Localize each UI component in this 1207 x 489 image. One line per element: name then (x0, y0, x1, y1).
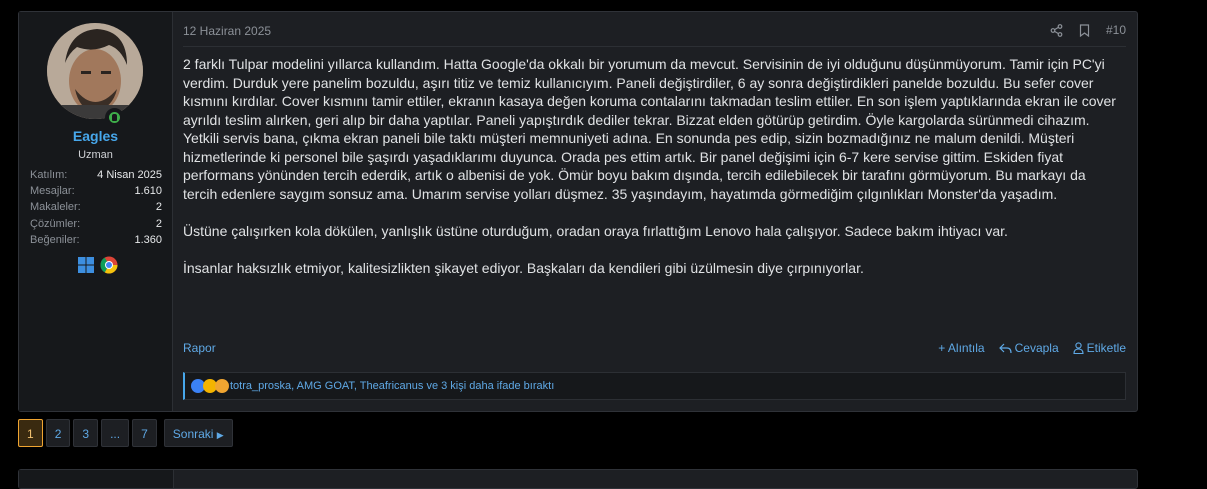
stat-likes: Beğeniler: 1.360 (30, 233, 162, 246)
share-icon[interactable] (1050, 23, 1063, 37)
page-ellipsis-button[interactable]: ... (101, 419, 130, 447)
reply-button[interactable]: Cevapla (998, 341, 1059, 355)
windows-icon (77, 256, 95, 279)
stat-solutions: Çözümler: 2 (30, 217, 162, 230)
reactions-text[interactable]: totra_proska, AMG GOAT, Theafricanus ve … (230, 380, 554, 392)
reaction-icons (191, 379, 229, 393)
bookmark-icon[interactable] (1079, 23, 1090, 37)
post-actions: + Alıntıla Cevapla Etiketle (938, 341, 1126, 355)
online-status-icon (105, 108, 124, 127)
post-body: 2 farklı Tulpar modelini yıllarca kullan… (183, 55, 1123, 296)
page-3-button[interactable]: 3 (73, 419, 99, 447)
user-stats: Katılım: 4 Nisan 2025 Mesajlar: 1.610 Maka… (30, 167, 162, 248)
tag-button[interactable]: Etiketle (1073, 341, 1126, 355)
next-post-card (18, 469, 1138, 489)
post-paragraph: Üstüne çalışırken kola dökülen, yanlışlı… (183, 222, 1008, 239)
user-title: Uzman (78, 149, 113, 161)
stat-messages: Mesajlar: 1.610 (30, 185, 162, 198)
avatar[interactable] (47, 23, 143, 119)
page-1-button[interactable]: 1 (18, 419, 43, 447)
post-number[interactable]: #10 (1106, 23, 1126, 37)
divider (183, 46, 1126, 47)
username[interactable]: Eagles (19, 128, 172, 144)
user-icon (1073, 342, 1084, 354)
stat-articles: Makaleler: 2 (30, 201, 162, 214)
clap-icon (215, 379, 229, 393)
post-tools: #10 (1050, 23, 1126, 37)
user-badges (77, 256, 118, 279)
stat-joined: Katılım: 4 Nisan 2025 (30, 169, 162, 181)
post-card: Eagles Uzman Katılım: 4 Nisan 2025 Mesajl… (18, 11, 1138, 412)
reply-icon (998, 343, 1012, 353)
pagination: 1 2 3 ... 7 Sonraki ▶ (18, 419, 233, 447)
next-page-button[interactable]: Sonraki ▶ (163, 419, 233, 447)
report-link[interactable]: Rapor (183, 341, 216, 355)
post-main: 12 Haziran 2025 #10 2 farklı Tulpar mode… (173, 12, 1137, 411)
post-paragraph: 2 farklı Tulpar modelini yıllarca kullan… (183, 56, 1116, 202)
chrome-icon (100, 256, 118, 279)
page-7-button[interactable]: 7 (132, 419, 157, 447)
reactions-bar[interactable]: totra_proska, AMG GOAT, Theafricanus ve … (183, 372, 1126, 400)
post-paragraph: İnsanlar haksızlık etmiyor, kalitesizlik… (183, 259, 864, 276)
post-date[interactable]: 12 Haziran 2025 (183, 24, 271, 38)
user-info-panel: Eagles Uzman Katılım: 4 Nisan 2025 Mesajl… (19, 12, 173, 411)
quote-button[interactable]: + Alıntıla (938, 341, 984, 355)
chevron-right-icon: ▶ (216, 430, 224, 440)
page-2-button[interactable]: 2 (45, 419, 71, 447)
